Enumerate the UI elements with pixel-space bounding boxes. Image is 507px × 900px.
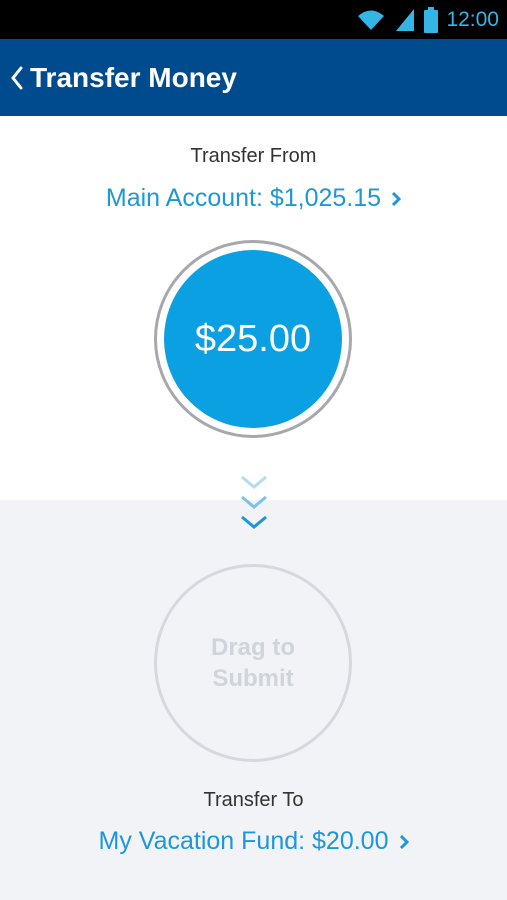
transfer-from-account: Main Account: $1,025.15 (105, 184, 382, 212)
transfer-to-account: My Vacation Fund: $20.00 (98, 827, 389, 855)
amount-drag-handle[interactable]: $25.00 (154, 240, 352, 438)
transfer-from-label: Transfer From (190, 145, 317, 167)
chevron-right-icon (392, 191, 402, 206)
drag-to-submit-target[interactable]: Drag to Submit (154, 564, 352, 762)
status-bar: 12:00 (0, 0, 507, 39)
transfer-to-label: Transfer To (203, 789, 304, 811)
battery-icon (424, 7, 439, 33)
wifi-icon (358, 10, 385, 30)
back-chevron-icon (11, 66, 23, 89)
amount-value: $25.00 (194, 317, 312, 360)
app-bar: Transfer Money (0, 39, 507, 116)
drop-target-line2: Submit (212, 665, 294, 692)
transfer-to-account-link[interactable]: My Vacation Fund: $20.00 (0, 827, 507, 856)
status-icons: 12:00 (356, 6, 499, 34)
signal-icon (396, 9, 415, 31)
status-time: 12:00 (446, 8, 499, 31)
page-title: Transfer Money (30, 61, 237, 93)
chevron-down-icon (241, 475, 267, 529)
back-button[interactable] (4, 58, 30, 98)
amount-circle: $25.00 (164, 250, 342, 428)
drop-target-line1: Drag to (211, 634, 295, 661)
chevron-right-icon (399, 834, 409, 849)
transfer-from-account-link[interactable]: Main Account: $1,025.15 (0, 184, 507, 213)
